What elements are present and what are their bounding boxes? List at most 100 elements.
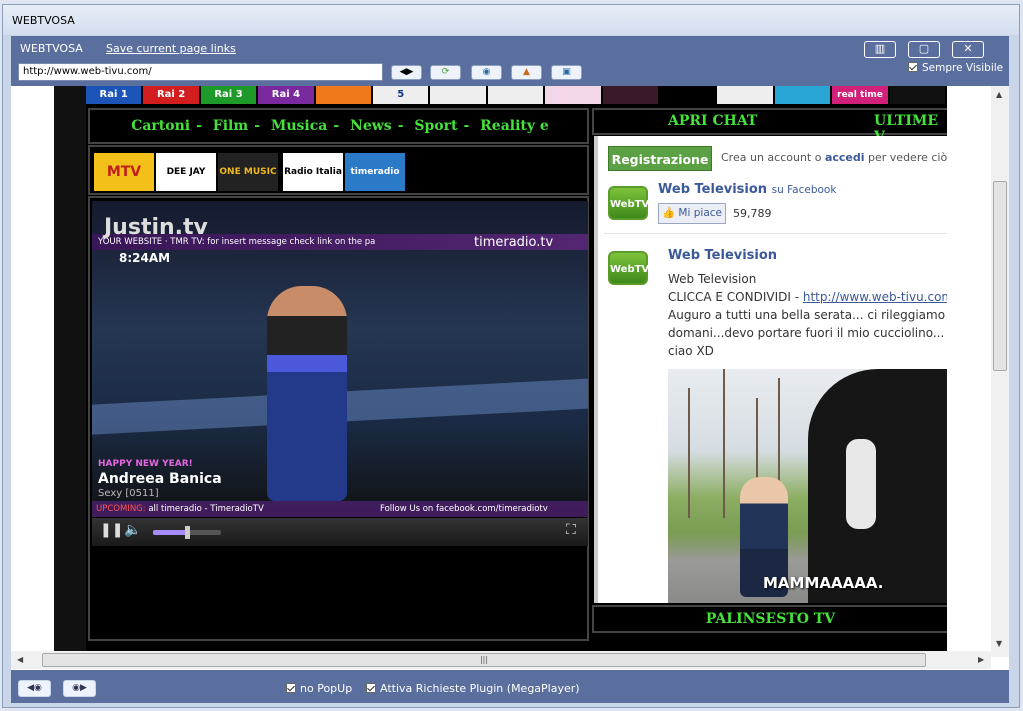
webtv-post-icon[interactable]: WebTV	[608, 251, 649, 285]
pause-icon[interactable]: ❚❚	[100, 522, 123, 538]
register-button[interactable]: Registrazione	[608, 146, 712, 171]
horizontal-scroll-thumb[interactable]: |||	[42, 653, 926, 667]
channel-logo[interactable]: real time	[832, 86, 890, 104]
nav-news[interactable]: News	[350, 118, 392, 134]
palinsesto-link[interactable]: PALINSESTO TV	[592, 605, 947, 633]
refresh-button[interactable]: ⟳	[430, 65, 461, 80]
no-popup-label: no PopUp	[300, 682, 353, 695]
go-icon: ◉	[482, 67, 491, 77]
channel-logo[interactable]	[602, 86, 661, 104]
no-popup-checkbox[interactable]	[286, 683, 296, 693]
plugin-label: Attiva Richieste Plugin (MegaPlayer)	[380, 682, 580, 695]
volume-icon[interactable]: 🔈	[124, 522, 141, 538]
favorite-icon: ▣	[562, 67, 571, 77]
on-facebook-text: su Facebook	[771, 184, 837, 196]
plugin-option[interactable]: Attiva Richieste Plugin (MegaPlayer)	[366, 682, 580, 695]
channel-buttons: MTV DEE JAY ONE MUSIC Radio Italia timer…	[88, 145, 589, 195]
vertical-scroll-thumb[interactable]	[993, 181, 1007, 371]
login-link[interactable]: accedi	[825, 151, 865, 164]
channel-logo[interactable]	[774, 86, 833, 104]
save-links-link[interactable]: Save current page links	[106, 42, 236, 55]
channel-logo[interactable]: Rai 2	[143, 86, 201, 104]
vertical-scrollbar[interactable]: ▲ ▼	[991, 86, 1009, 657]
nav-musica[interactable]: Musica	[271, 118, 327, 134]
fullscreen-button[interactable]: ▥	[864, 41, 896, 58]
nav-film[interactable]: Film	[213, 118, 248, 134]
refresh-icon: ⟳	[441, 67, 450, 77]
channel-mtv[interactable]: MTV	[94, 153, 154, 191]
artist-name: Andreea Banica	[98, 471, 222, 487]
channel-logo[interactable]	[717, 86, 775, 104]
go-button[interactable]: ◉	[471, 65, 502, 80]
thumbs-up-icon: 👍	[662, 207, 676, 219]
channel-logo[interactable]	[487, 86, 546, 104]
channel-logo[interactable]	[430, 86, 488, 104]
scroll-right-icon[interactable]: ▶	[978, 655, 984, 664]
channel-logo[interactable]: Rai 1	[86, 86, 144, 104]
right-header: APRI CHAT ULTIME V	[592, 108, 947, 145]
scroll-left-icon[interactable]: ◀	[17, 655, 23, 664]
upcoming-text: all timeradio - TimeradioTV	[148, 504, 264, 514]
always-visible-checkbox[interactable]	[908, 62, 918, 72]
post-photo[interactable]: MAMMAAAAA.	[668, 369, 947, 603]
greeting-text: HAPPY NEW YEAR!	[98, 459, 193, 469]
back-icon: ◀◉	[27, 683, 42, 693]
like-count: 59,789	[733, 207, 772, 220]
channel-logo[interactable]	[315, 86, 374, 104]
channel-timeradio[interactable]: timeradio	[345, 153, 405, 191]
facebook-widget: Registrazione Crea un account o accedi p…	[594, 136, 947, 603]
volume-fill	[153, 530, 187, 535]
player-controls: ❚❚ 🔈 ⛶	[92, 518, 588, 546]
webtv-page-icon[interactable]: WebTV	[608, 186, 649, 220]
favorite-button[interactable]: ▣	[551, 65, 582, 80]
close-icon: ✕	[963, 42, 973, 55]
scroll-up-icon[interactable]: ▲	[996, 90, 1002, 99]
nav-cartoni[interactable]: Cartoni	[131, 118, 190, 134]
post-author-link[interactable]: Web Television	[668, 248, 777, 263]
page-name-link[interactable]: Web Television	[658, 182, 767, 197]
photo-caption: MAMMAAAAA.	[763, 574, 884, 592]
volume-knob[interactable]	[185, 526, 190, 539]
url-input[interactable]: http://www.web-tivu.com/	[18, 63, 383, 81]
video-clock: 8:24AM	[119, 251, 171, 265]
horizontal-scrollbar[interactable]: ◀ ||| ▶	[11, 651, 991, 669]
nav-sport[interactable]: Sport	[414, 118, 457, 134]
video-player: YOUR WEBSITE · TMR TV: for insert messag…	[88, 196, 589, 641]
post-link[interactable]: http://www.web-tivu.com/	[803, 290, 947, 304]
fullscreen-icon: ▥	[874, 42, 886, 55]
app-name: WEBTVOSA	[20, 42, 83, 55]
close-button[interactable]: ✕	[952, 41, 984, 58]
upcoming-label: UPCOMING:	[96, 504, 146, 514]
always-visible-option[interactable]: Sempre Visibile	[908, 62, 1003, 74]
scroll-down-icon[interactable]: ▼	[996, 639, 1002, 648]
follow-text: Follow Us on facebook.com/timeradiotv	[380, 504, 548, 514]
channel-logo[interactable]: Rai 4	[258, 86, 316, 104]
video-frame[interactable]: YOUR WEBSITE · TMR TV: for insert messag…	[92, 201, 588, 517]
home-button[interactable]: ▲	[511, 65, 542, 80]
footer-forward-button[interactable]: ◉▶	[63, 680, 96, 697]
channel-logo[interactable]	[889, 86, 948, 104]
apri-chat-link[interactable]: APRI CHAT	[668, 113, 757, 129]
channel-logo[interactable]	[660, 86, 718, 104]
upcoming-bar: UPCOMING: all timeradio - TimeradioTV Fo…	[92, 501, 588, 517]
performer-image	[267, 286, 347, 501]
justintv-logo: Justin.tv	[104, 215, 208, 240]
channel-logo-strip: Rai 1 Rai 2 Rai 3 Rai 4 5 real time	[86, 86, 948, 104]
restore-button[interactable]: ▢	[908, 41, 940, 58]
channel-logo[interactable]: 5	[373, 86, 431, 104]
channel-deejay[interactable]: DEE JAY	[156, 153, 216, 191]
channel-radioitalia[interactable]: Radio Italia	[283, 153, 343, 191]
channel-logo[interactable]: Rai 3	[200, 86, 259, 104]
back-button[interactable]: ◀▶	[391, 65, 422, 80]
channel-logo[interactable]	[545, 86, 603, 104]
volume-slider[interactable]	[153, 526, 221, 539]
no-popup-option[interactable]: no PopUp	[286, 682, 352, 695]
page-name-row: Web Television su Facebook	[658, 182, 836, 197]
plugin-checkbox[interactable]	[366, 683, 376, 693]
footer-back-button[interactable]: ◀◉	[18, 680, 51, 697]
app-window: WEBTVOSA WEBTVOSA Save current page link…	[2, 4, 1020, 708]
like-button[interactable]: 👍 Mi piace	[658, 203, 726, 224]
post-text: Web Television CLICCA E CONDIVIDI - http…	[668, 270, 947, 360]
channel-onemusic[interactable]: ONE MUSIC	[218, 153, 278, 191]
fullscreen-video-icon[interactable]: ⛶	[566, 522, 576, 538]
